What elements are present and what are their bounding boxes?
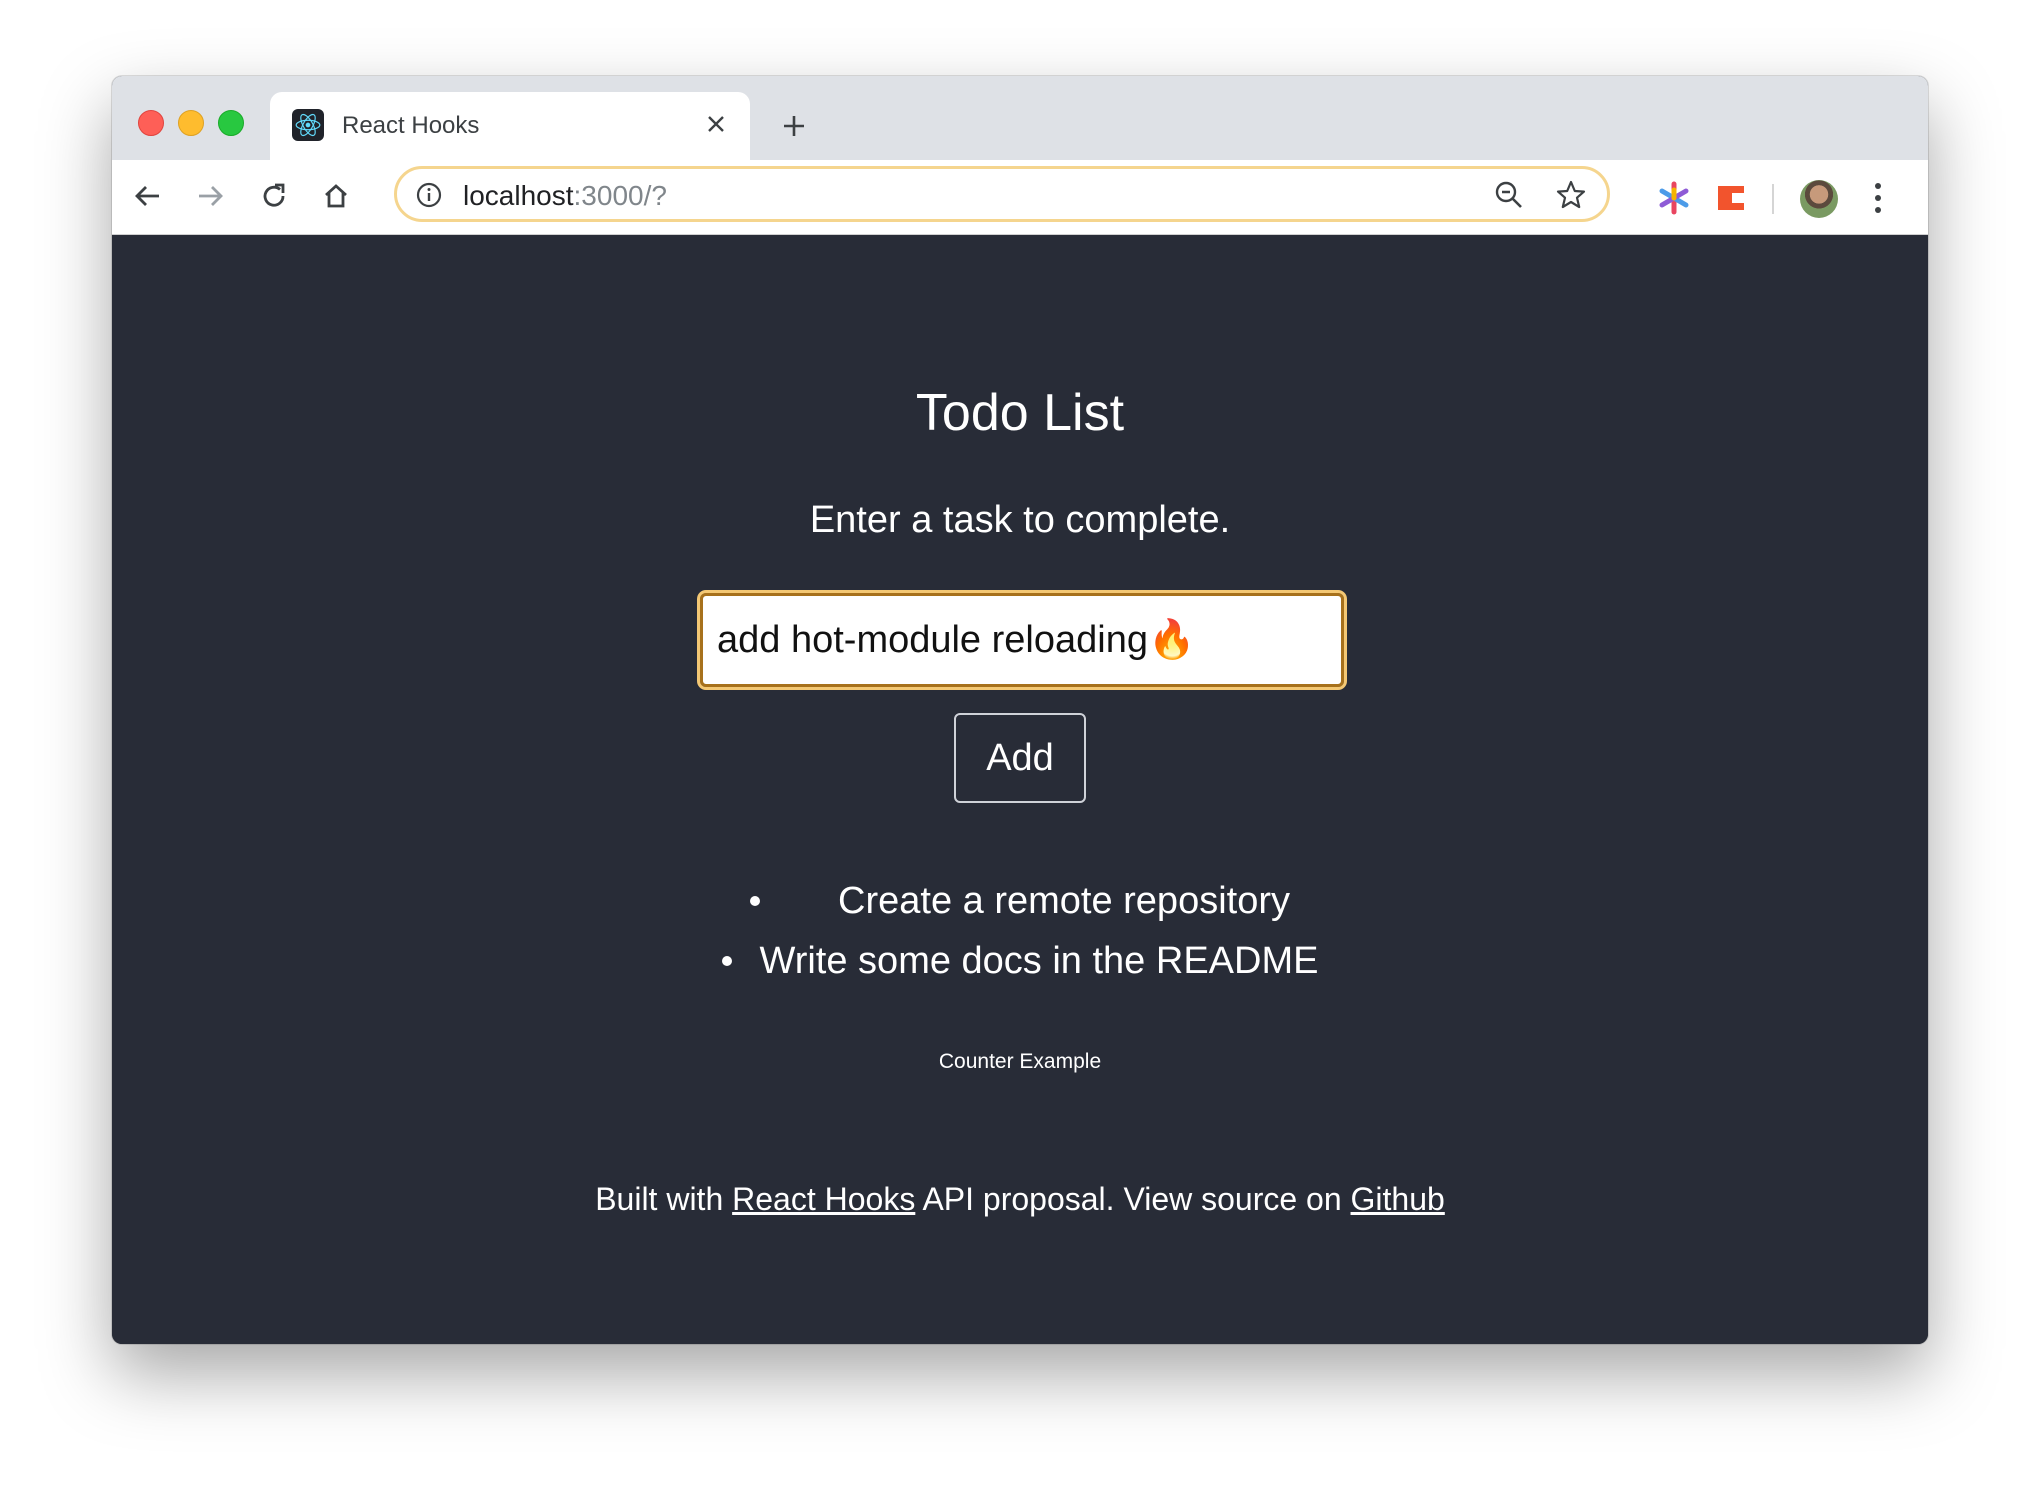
github-link[interactable]: Github [1351,1181,1445,1217]
url-path: :3000/? [573,180,667,211]
task-input[interactable] [697,590,1347,690]
window-minimize-button[interactable] [178,110,204,136]
page-title: Todo List [915,384,1125,442]
todo-item-text: Write some docs in the README [759,939,1319,982]
back-arrow-icon[interactable] [126,174,170,218]
forward-arrow-icon[interactable] [188,174,232,218]
page-content: Todo List Enter a task to complete. Add … [112,235,1928,1344]
reload-icon[interactable] [252,174,296,218]
url-text[interactable]: localhost:3000/? [463,180,667,212]
footer-middle: API proposal. View source on [915,1181,1351,1217]
bullet [721,956,732,966]
more-vert-icon[interactable] [1868,178,1888,218]
title-bar: React Hooks [112,76,1928,160]
tab-close-icon[interactable] [700,108,732,140]
todo-list: Create a remote repository Write some do… [112,871,1928,991]
counter-example-link[interactable]: Counter Example [112,1050,1928,1074]
todo-item: Create a remote repository [112,871,1928,931]
window-close-button[interactable] [138,110,164,136]
profile-avatar[interactable] [1800,180,1838,218]
new-tab-plus-icon[interactable] [772,104,816,148]
todo-item-text: Create a remote repository [838,879,1290,922]
tab-title: React Hooks [342,112,480,139]
toolbar-divider [1772,184,1774,214]
footer: Built with React Hooks API proposal. Vie… [112,1181,1928,1218]
browser-window: React Hooks localhost:3000/? Todo List E… [112,76,1928,1344]
add-button[interactable]: Add [954,713,1086,803]
bullet [750,896,760,906]
todo-item: Write some docs in the README [112,931,1928,991]
browser-tab[interactable]: React Hooks [270,92,750,160]
footer-prefix: Built with [595,1181,733,1217]
star-icon[interactable] [1555,179,1587,211]
home-icon[interactable] [314,174,358,218]
browser-toolbar: localhost:3000/? [112,160,1928,235]
info-icon[interactable] [415,181,443,209]
address-bar[interactable]: localhost:3000/? [394,166,1610,222]
zoom-out-icon[interactable] [1493,179,1525,211]
window-maximize-button[interactable] [218,110,244,136]
task-prompt: Enter a task to complete. [809,499,1231,541]
react-logo-icon [292,109,324,141]
url-host: localhost [463,180,574,211]
extension-asterisk-icon[interactable] [1656,180,1692,216]
extension-square-icon[interactable] [1714,180,1750,216]
react-hooks-link[interactable]: React Hooks [732,1181,915,1217]
